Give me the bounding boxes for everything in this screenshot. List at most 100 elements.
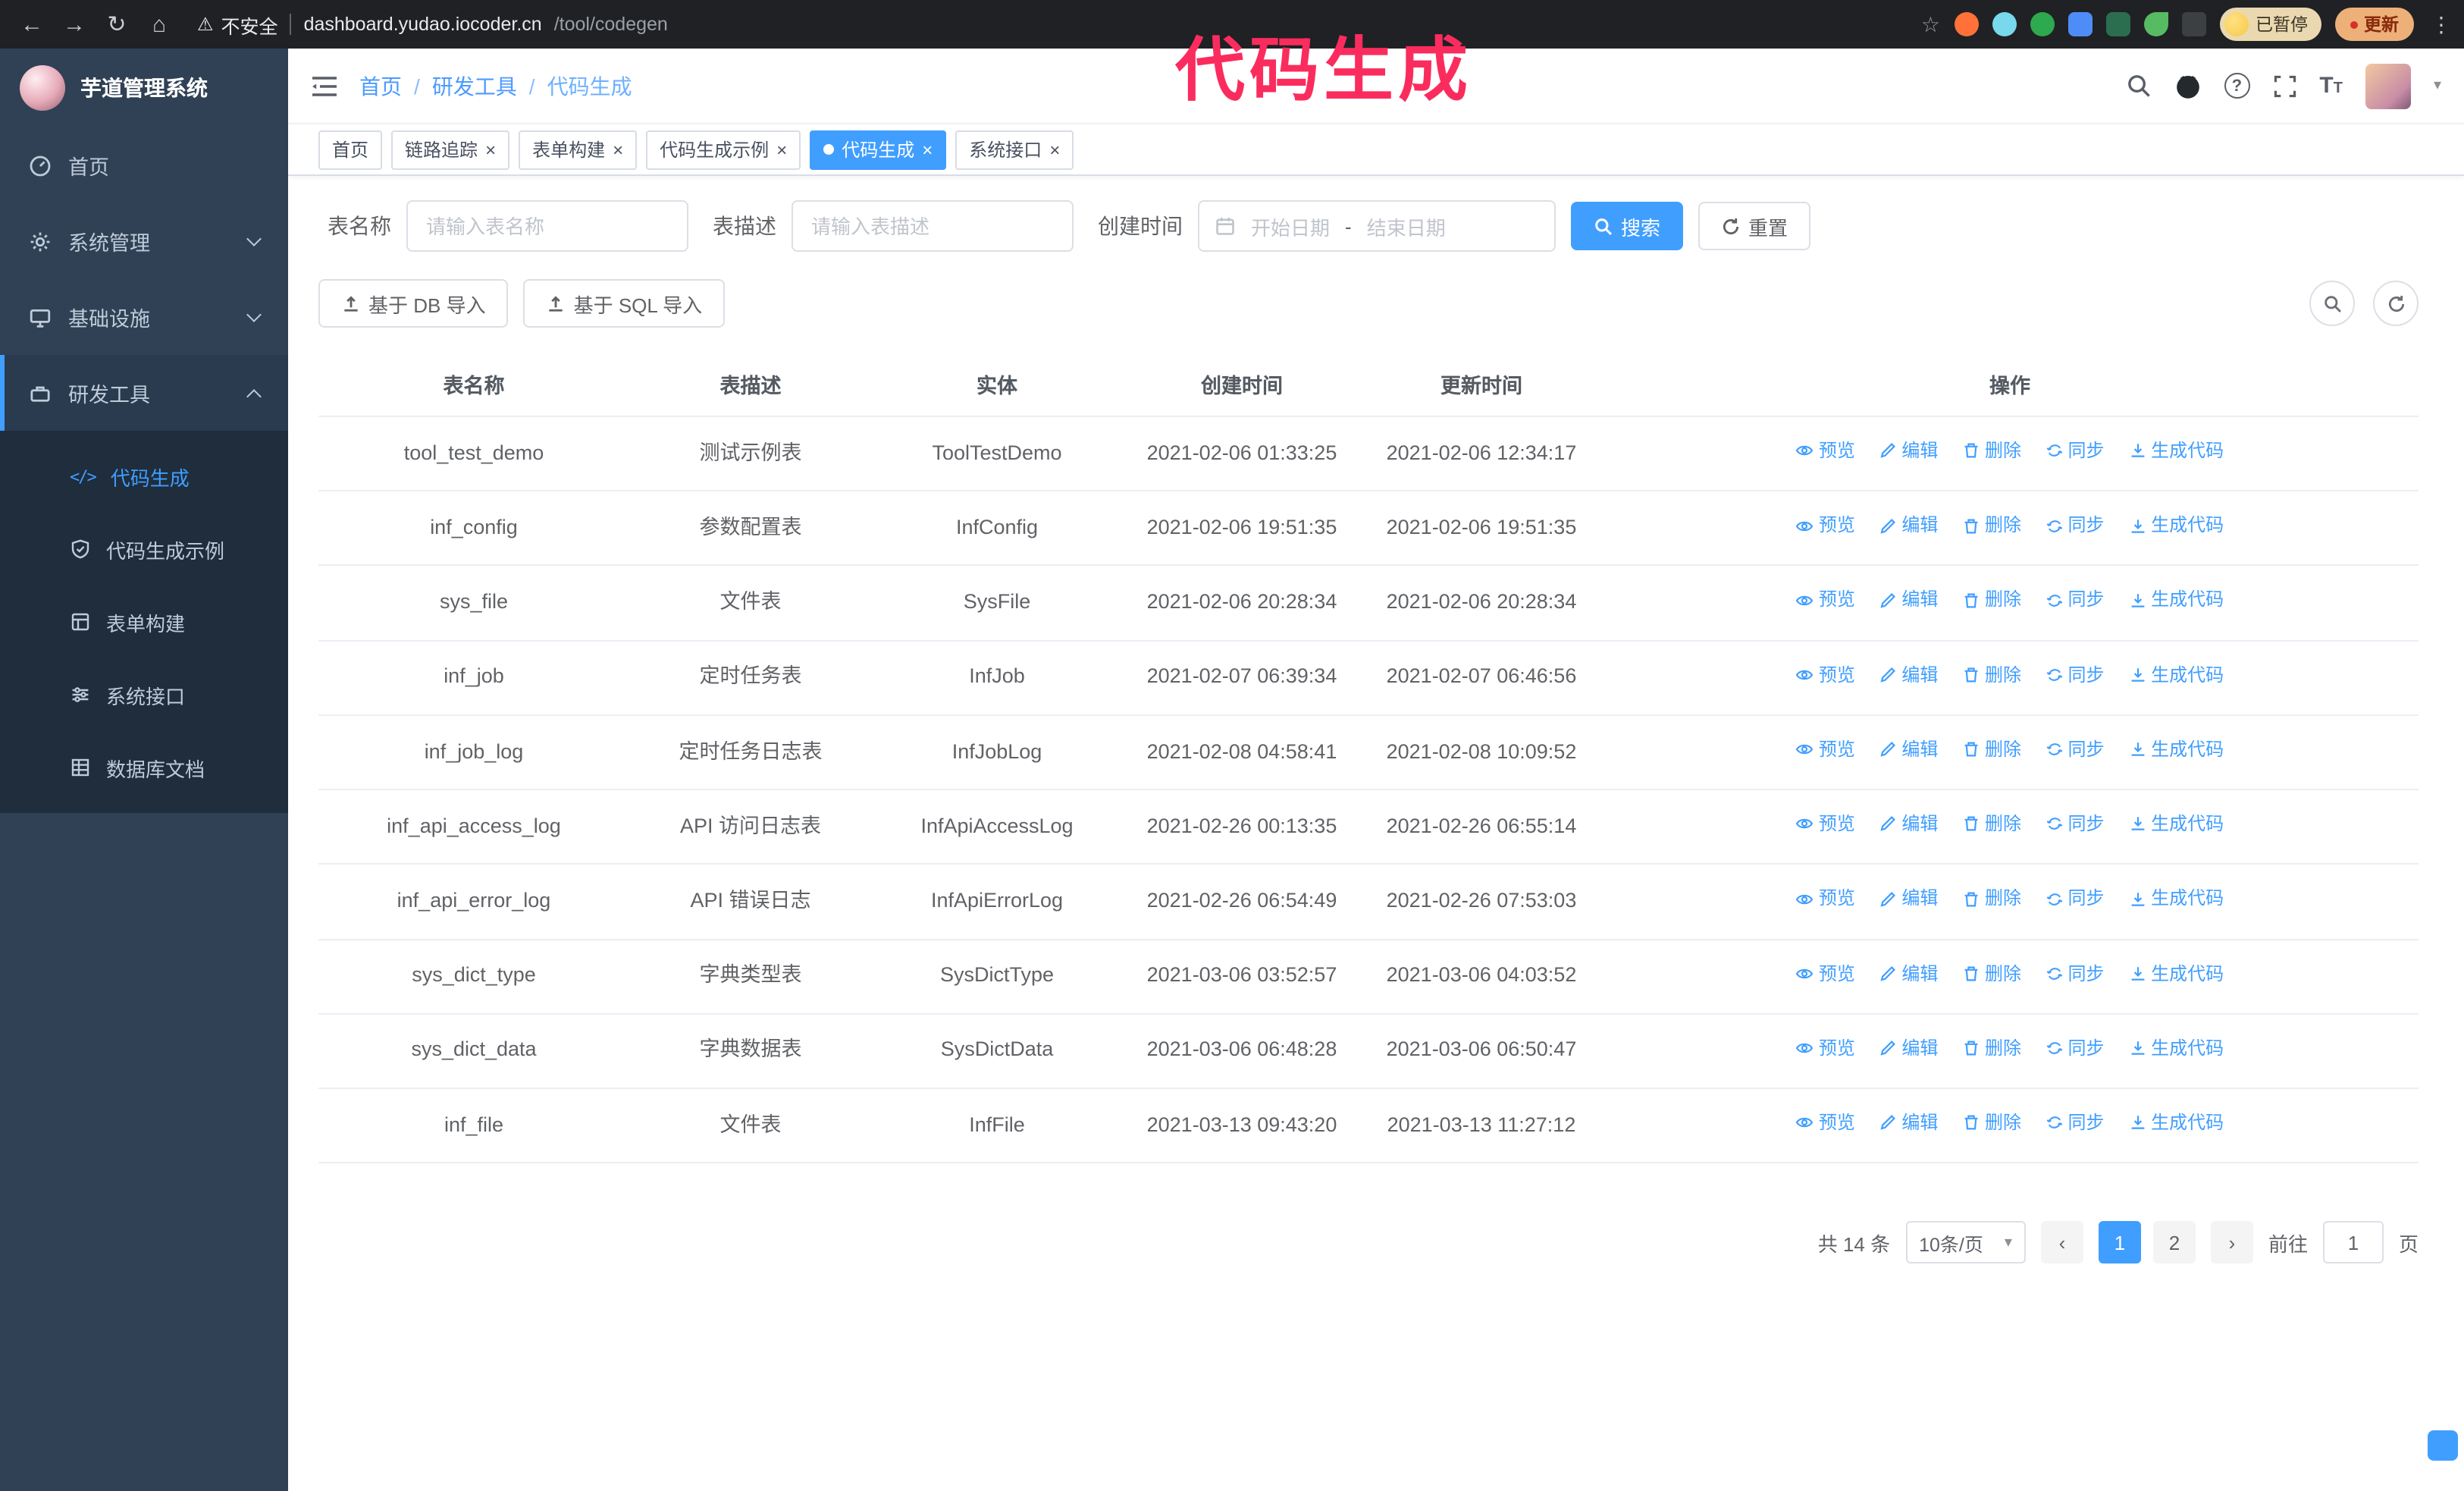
- generate-code-link[interactable]: 生成代码: [2128, 885, 2224, 913]
- sidebar-item-codegen-example[interactable]: 代码生成示例: [0, 513, 288, 585]
- sync-link[interactable]: 同步: [2045, 810, 2105, 838]
- preview-link[interactable]: 预览: [1796, 661, 1855, 689]
- extension-icon-drop[interactable]: [1992, 12, 2016, 36]
- browser-update-button[interactable]: 更新: [2335, 8, 2414, 41]
- github-icon[interactable]: [2174, 72, 2201, 99]
- delete-link[interactable]: 删除: [1962, 736, 2021, 764]
- date-range-picker[interactable]: 开始日期 - 结束日期: [1198, 200, 1556, 252]
- tab[interactable]: 链路追踪 ×: [391, 130, 510, 169]
- toggle-search-button[interactable]: [2309, 281, 2355, 326]
- sidebar-item-devtools[interactable]: 研发工具: [0, 355, 288, 431]
- home-button[interactable]: ⌂: [140, 5, 179, 44]
- sync-link[interactable]: 同步: [2045, 586, 2105, 614]
- sidebar-item-api[interactable]: 系统接口: [0, 658, 288, 731]
- delete-link[interactable]: 删除: [1962, 437, 2021, 465]
- tab-close-icon[interactable]: ×: [1049, 140, 1060, 159]
- address-bar[interactable]: ⚠ 不安全 dashboard.yudao.iocoder.cn/tool/co…: [197, 10, 1918, 39]
- back-to-top-button[interactable]: [2428, 1430, 2458, 1461]
- edit-link[interactable]: 编辑: [1879, 437, 1938, 465]
- preview-link[interactable]: 预览: [1796, 1034, 1855, 1063]
- sidebar-collapse-icon[interactable]: [311, 74, 338, 98]
- sync-link[interactable]: 同步: [2045, 959, 2105, 987]
- sidebar-item-db-docs[interactable]: 数据库文档: [0, 731, 288, 804]
- extension-icon-darkgreen[interactable]: [2105, 12, 2130, 36]
- fullscreen-icon[interactable]: [2272, 74, 2296, 98]
- browser-menu-icon[interactable]: ⋮: [2431, 11, 2452, 37]
- bookmark-star-icon[interactable]: ☆: [1921, 11, 1940, 37]
- sidebar-item-system[interactable]: 系统管理: [0, 203, 288, 279]
- tab[interactable]: 系统接口 ×: [955, 130, 1074, 169]
- edit-link[interactable]: 编辑: [1879, 885, 1938, 913]
- extension-icon-grid[interactable]: [2067, 12, 2092, 36]
- tab-close-icon[interactable]: ×: [922, 140, 933, 159]
- edit-link[interactable]: 编辑: [1879, 1109, 1938, 1137]
- preview-link[interactable]: 预览: [1796, 810, 1855, 838]
- breadcrumb-home[interactable]: 首页: [359, 71, 402, 101]
- generate-code-link[interactable]: 生成代码: [2128, 586, 2224, 614]
- edit-link[interactable]: 编辑: [1879, 736, 1938, 764]
- extension-icon-fox[interactable]: [1954, 12, 1978, 36]
- preview-link[interactable]: 预览: [1796, 437, 1855, 465]
- search-icon[interactable]: [2125, 73, 2151, 99]
- breadcrumb-devtools[interactable]: 研发工具: [432, 71, 517, 101]
- preview-link[interactable]: 预览: [1796, 511, 1855, 539]
- user-avatar[interactable]: [2365, 63, 2411, 108]
- preview-link[interactable]: 预览: [1796, 736, 1855, 764]
- import-sql-button[interactable]: 基于 SQL 导入: [523, 279, 726, 328]
- tab[interactable]: 首页: [318, 130, 383, 169]
- page-number-button[interactable]: 2: [2152, 1221, 2196, 1264]
- generate-code-link[interactable]: 生成代码: [2128, 511, 2224, 539]
- delete-link[interactable]: 删除: [1962, 959, 2021, 987]
- generate-code-link[interactable]: 生成代码: [2128, 1034, 2224, 1063]
- delete-link[interactable]: 删除: [1962, 661, 2021, 689]
- edit-link[interactable]: 编辑: [1879, 586, 1938, 614]
- sync-link[interactable]: 同步: [2045, 511, 2105, 539]
- sync-link[interactable]: 同步: [2045, 1109, 2105, 1137]
- generate-code-link[interactable]: 生成代码: [2128, 1109, 2224, 1137]
- generate-code-link[interactable]: 生成代码: [2128, 437, 2224, 465]
- security-warning[interactable]: ⚠ 不安全: [197, 10, 278, 39]
- table-name-input[interactable]: [406, 200, 688, 252]
- preview-link[interactable]: 预览: [1796, 1109, 1855, 1137]
- table-desc-input[interactable]: [792, 200, 1074, 252]
- next-page-button[interactable]: ›: [2210, 1221, 2253, 1264]
- edit-link[interactable]: 编辑: [1879, 810, 1938, 838]
- sidebar-item-infra[interactable]: 基础设施: [0, 279, 288, 355]
- refresh-table-button[interactable]: [2373, 281, 2419, 326]
- edit-link[interactable]: 编辑: [1879, 959, 1938, 987]
- page-size-select[interactable]: 10条/页 ▾: [1905, 1221, 2026, 1264]
- delete-link[interactable]: 删除: [1962, 586, 2021, 614]
- tab[interactable]: 代码生成 ×: [810, 130, 947, 169]
- edit-link[interactable]: 编辑: [1879, 511, 1938, 539]
- generate-code-link[interactable]: 生成代码: [2128, 959, 2224, 987]
- sidebar-item-home[interactable]: 首页: [0, 127, 288, 203]
- edit-link[interactable]: 编辑: [1879, 661, 1938, 689]
- page-number-button[interactable]: 1: [2098, 1221, 2141, 1264]
- generate-code-link[interactable]: 生成代码: [2128, 736, 2224, 764]
- sync-link[interactable]: 同步: [2045, 885, 2105, 913]
- search-button[interactable]: 搜索: [1571, 202, 1684, 250]
- delete-link[interactable]: 删除: [1962, 885, 2021, 913]
- tab-close-icon[interactable]: ×: [485, 140, 496, 159]
- sync-link[interactable]: 同步: [2045, 736, 2105, 764]
- extension-icon-green[interactable]: [2030, 12, 2054, 36]
- sidebar-item-form-builder[interactable]: 表单构建: [0, 585, 288, 658]
- tab[interactable]: 表单构建 ×: [519, 130, 638, 169]
- import-db-button[interactable]: 基于 DB 导入: [318, 279, 509, 328]
- reload-button[interactable]: ↻: [97, 5, 136, 44]
- goto-page-input[interactable]: [2322, 1221, 2384, 1264]
- tab[interactable]: 代码生成示例 ×: [646, 130, 801, 169]
- back-button[interactable]: ←: [12, 5, 52, 44]
- delete-link[interactable]: 删除: [1962, 511, 2021, 539]
- preview-link[interactable]: 预览: [1796, 885, 1855, 913]
- tab-close-icon[interactable]: ×: [613, 140, 623, 159]
- reset-button[interactable]: 重置: [1698, 202, 1811, 250]
- user-menu-caret-icon[interactable]: ▾: [2434, 77, 2441, 94]
- delete-link[interactable]: 删除: [1962, 1034, 2021, 1063]
- generate-code-link[interactable]: 生成代码: [2128, 661, 2224, 689]
- preview-link[interactable]: 预览: [1796, 959, 1855, 987]
- profile-paused-badge[interactable]: 已暂停: [2219, 8, 2321, 41]
- edit-link[interactable]: 编辑: [1879, 1034, 1938, 1063]
- extensions-puzzle-icon[interactable]: [2181, 12, 2205, 36]
- sidebar-item-codegen[interactable]: </> 代码生成: [0, 440, 288, 513]
